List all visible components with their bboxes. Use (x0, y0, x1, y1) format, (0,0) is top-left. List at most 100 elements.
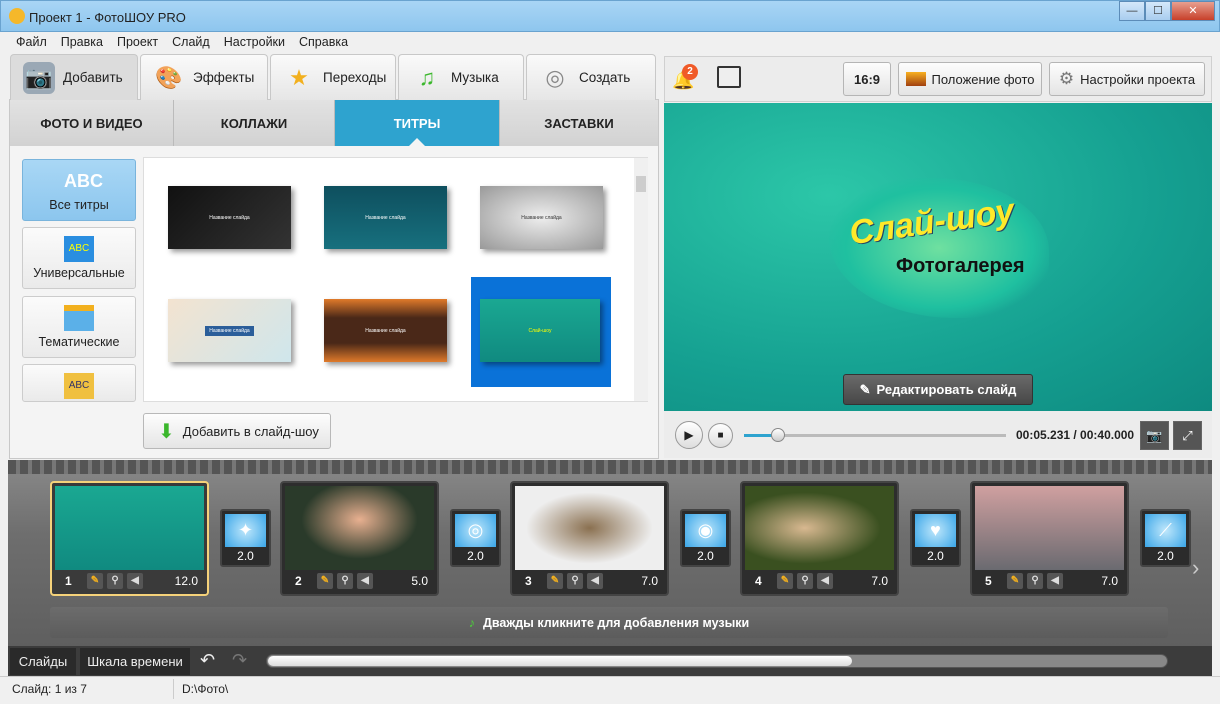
slide-duration: 12.0 (174, 574, 198, 588)
slide-card[interactable]: 3 ✎ ⚲ ◀ 7.0 (510, 481, 669, 596)
scrollbar[interactable] (634, 158, 648, 401)
minimize-button[interactable]: — (1119, 1, 1145, 21)
timeline-scroll-thumb[interactable] (268, 656, 852, 666)
add-to-slideshow-button[interactable]: ⬇ Добавить в слайд-шоу (143, 413, 331, 449)
menu-help[interactable]: Справка (291, 32, 354, 49)
subtab-collages[interactable]: КОЛЛАЖИ (174, 100, 335, 146)
slide-thumbnail (285, 486, 434, 570)
tab-label: Музыка (451, 70, 499, 85)
menu-project[interactable]: Проект (109, 32, 164, 49)
slide-card[interactable]: 4 ✎ ⚲ ◀ 7.0 (740, 481, 899, 596)
snapshot-button[interactable]: 📷 (1140, 421, 1169, 450)
speaker-icon[interactable]: ◀ (587, 573, 603, 589)
transition-card[interactable]: ◎ 2.0 (450, 509, 501, 567)
slide-counter: Слайд: 1 из 7 (12, 682, 87, 696)
category-universal[interactable]: ABC Универсальные (22, 227, 136, 289)
tab-slides[interactable]: Слайды (10, 648, 76, 675)
tab-effects[interactable]: 🎨 Эффекты (140, 54, 268, 100)
edit-slide-button[interactable]: ✎ Редактировать слайд (843, 374, 1033, 405)
timeline-scrollbar[interactable] (266, 654, 1168, 668)
close-button[interactable]: ✕ (1171, 1, 1215, 21)
gallery-icon[interactable] (717, 66, 741, 88)
slide-toolbar: 4 ✎ ⚲ ◀ 7.0 (745, 571, 894, 591)
transition-duration: 2.0 (467, 549, 484, 563)
edit-slide-label: Редактировать слайд (876, 382, 1017, 397)
pencil-icon[interactable]: ✎ (317, 573, 333, 589)
pencil-icon[interactable]: ✎ (547, 573, 563, 589)
scroll-right-arrow[interactable]: › (1192, 555, 1199, 581)
menu-settings[interactable]: Настройки (216, 32, 291, 49)
speaker-icon[interactable]: ◀ (817, 573, 833, 589)
transition-icon: ◎ (455, 514, 496, 547)
transition-card[interactable]: ✦ 2.0 (220, 509, 271, 567)
transition-duration: 2.0 (697, 549, 714, 563)
tab-create[interactable]: ◎ Создать (526, 54, 656, 100)
menu-slide[interactable]: Слайд (164, 32, 216, 49)
template-thumb[interactable]: Название слайда (168, 186, 291, 249)
menu-file[interactable]: Файл (8, 32, 53, 49)
maximize-button[interactable]: ☐ (1145, 1, 1171, 21)
transition-card[interactable]: ♥ 2.0 (910, 509, 961, 567)
tab-add[interactable]: 📷 Добавить (10, 54, 138, 100)
category-more[interactable]: ABC (22, 364, 136, 402)
seek-handle[interactable] (771, 428, 786, 442)
speaker-icon[interactable]: ◀ (1047, 573, 1063, 589)
subtab-intros[interactable]: ЗАСТАВКИ (500, 100, 658, 146)
category-label: Универсальные (33, 266, 125, 280)
transition-card[interactable]: ⟋ 2.0 (1140, 509, 1191, 567)
tab-timeline[interactable]: Шкала времени (80, 648, 190, 675)
zoom-icon[interactable]: ⚲ (797, 573, 813, 589)
stop-button[interactable]: ■ (708, 423, 733, 448)
pencil-icon[interactable]: ✎ (1007, 573, 1023, 589)
redo-icon[interactable]: ↷ (232, 650, 247, 671)
zoom-icon[interactable]: ⚲ (567, 573, 583, 589)
template-thumb[interactable]: Название слайда (324, 299, 447, 362)
film-reel-icon: ◎ (545, 64, 565, 90)
project-settings-button[interactable]: ⚙ Настройки проекта (1049, 62, 1205, 96)
photo-position-button[interactable]: Положение фото (898, 62, 1042, 96)
slide-toolbar: 1 ✎ ⚲ ◀ 12.0 (55, 571, 204, 591)
template-caption: Название слайда (205, 325, 254, 336)
speaker-icon[interactable]: ◀ (127, 573, 143, 589)
folder-path: D:\Фото\ (182, 682, 229, 696)
slide-card[interactable]: 2 ✎ ⚲ ◀ 5.0 (280, 481, 439, 596)
status-divider (173, 679, 174, 699)
template-thumb[interactable]: Название слайда (324, 186, 447, 249)
pencil-icon[interactable]: ✎ (777, 573, 793, 589)
music-track[interactable]: ♪ Дважды кликните для добавления музыки (50, 607, 1168, 638)
slide-toolbar: 5 ✎ ⚲ ◀ 7.0 (975, 571, 1124, 591)
undo-icon[interactable]: ↶ (200, 650, 215, 671)
category-label: Тематические (38, 335, 120, 349)
monitor-abc-icon: ABC (64, 236, 94, 262)
speaker-icon[interactable]: ◀ (357, 573, 373, 589)
tab-music[interactable]: ♫ Музыка (398, 54, 524, 100)
menu-edit[interactable]: Правка (53, 32, 109, 49)
tab-label: Эффекты (193, 70, 255, 85)
aspect-ratio-button[interactable]: 16:9 (843, 62, 891, 96)
zoom-icon[interactable]: ⚲ (107, 573, 123, 589)
slide-card[interactable]: 1 ✎ ⚲ ◀ 12.0 (50, 481, 209, 596)
scrollbar-thumb[interactable] (636, 176, 646, 192)
pencil-icon[interactable]: ✎ (87, 573, 103, 589)
camera-icon: 📷 (23, 61, 55, 94)
time-display: 00:05.231 / 00:40.000 (1016, 428, 1135, 442)
template-thumb-selected[interactable]: Слай-шоу (480, 299, 600, 362)
category-thematic[interactable]: Тематические (22, 296, 136, 358)
play-button[interactable]: ▶ (675, 421, 703, 449)
template-thumb[interactable]: Название слайда (168, 299, 291, 362)
transition-card[interactable]: ◉ 2.0 (680, 509, 731, 567)
subtab-photo-video[interactable]: ФОТО И ВИДЕО (10, 100, 174, 146)
category-all-titles[interactable]: ABC Все титры (22, 159, 136, 221)
template-caption: Слай-шоу (528, 327, 552, 334)
tab-transitions[interactable]: ★ Переходы (270, 54, 396, 100)
slide-thumbnail (975, 486, 1124, 570)
template-thumb[interactable]: Название слайда (480, 186, 603, 249)
zoom-icon[interactable]: ⚲ (1027, 573, 1043, 589)
fullscreen-button[interactable]: ⤢ (1173, 421, 1202, 450)
slide-card[interactable]: 5 ✎ ⚲ ◀ 7.0 (970, 481, 1129, 596)
seek-slider[interactable] (744, 428, 1006, 442)
zoom-icon[interactable]: ⚲ (337, 573, 353, 589)
transition-icon: ⟋ (1145, 514, 1186, 547)
add-button-label: Добавить в слайд-шоу (182, 423, 319, 439)
template-caption: Название слайда (365, 327, 406, 334)
